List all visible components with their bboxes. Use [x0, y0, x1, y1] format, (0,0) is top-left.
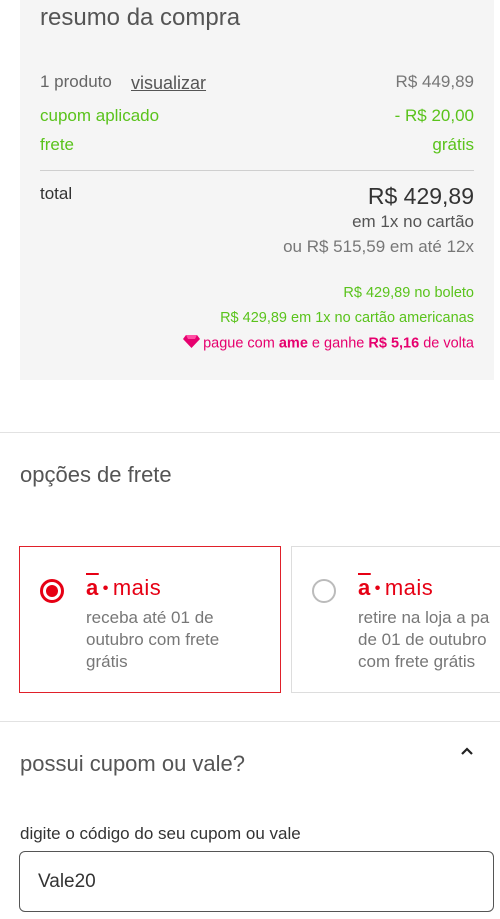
card-offer: R$ 429,89 em 1x no cartão americanas [220, 310, 474, 326]
card-mid: em [287, 310, 316, 326]
coupon-section-title[interactable]: possui cupom ou vale? [20, 751, 245, 777]
shipping-option-description: receba até 01 de outubro com frete gráti… [86, 608, 220, 671]
boleto-text: no boleto [410, 285, 474, 301]
ame-gem-icon [183, 335, 201, 352]
shipping-option-description: retire na loja a pa de 01 de outubro com… [358, 608, 490, 671]
total-payment-note: em 1x no cartão [352, 212, 474, 231]
section-divider [0, 721, 500, 722]
ame-mid: e ganhe [307, 335, 369, 352]
shipping-label: frete [40, 135, 75, 154]
card-text: no cartão americanas [330, 310, 474, 326]
card-price: R$ 429,89 [220, 310, 287, 326]
coupon-field-label: digite o código do seu cupom ou vale [20, 824, 301, 843]
coupon-code-input[interactable] [19, 851, 494, 912]
radio-unselected[interactable] [312, 579, 336, 603]
summary-divider [40, 170, 474, 171]
total-label: total [40, 184, 73, 203]
shipping-option-delivery[interactable]: a • mais receba até 01 de outubro com fret… [19, 546, 281, 693]
boleto-price: R$ 429,89 [343, 285, 411, 301]
installments-note: ou R$ 515,59 em até 12x [283, 237, 474, 256]
shipping-options-title: opções de frete [20, 462, 172, 487]
chevron-up-icon[interactable] [460, 744, 474, 758]
summary-title: resumo da compra [40, 4, 241, 31]
card-times: 1x [315, 310, 331, 326]
product-count: 1 produto [40, 72, 112, 91]
ame-brand: ame [278, 335, 308, 352]
section-divider [0, 432, 500, 433]
shipping-option-store-pickup[interactable]: a • mais retire na loja a pa de 01 de outu… [291, 546, 500, 693]
ame-prefix: pague com [203, 335, 279, 352]
ame-cashback-offer: pague com ame e ganhe R$ 5,16 de volta [183, 335, 474, 352]
total-value: R$ 429,89 [367, 183, 474, 209]
radio-selected[interactable] [40, 579, 64, 603]
americanas-mais-logo: a • mais [86, 575, 162, 600]
view-products-link[interactable]: visualizar [131, 73, 206, 94]
shipping-value: grátis [432, 135, 474, 154]
ame-cashback-amount: R$ 5,16 [368, 335, 420, 352]
americanas-mais-logo: a • mais [358, 575, 434, 600]
boleto-offer: R$ 429,89 no boleto [343, 285, 474, 301]
coupon-applied-label: cupom aplicado [40, 106, 160, 125]
ame-suffix: de volta [419, 335, 474, 352]
purchase-summary: resumo da compra 1 produto visualizar R$… [20, 0, 494, 380]
coupon-discount: - R$ 20,00 [394, 106, 474, 125]
product-price: R$ 449,89 [395, 72, 474, 91]
